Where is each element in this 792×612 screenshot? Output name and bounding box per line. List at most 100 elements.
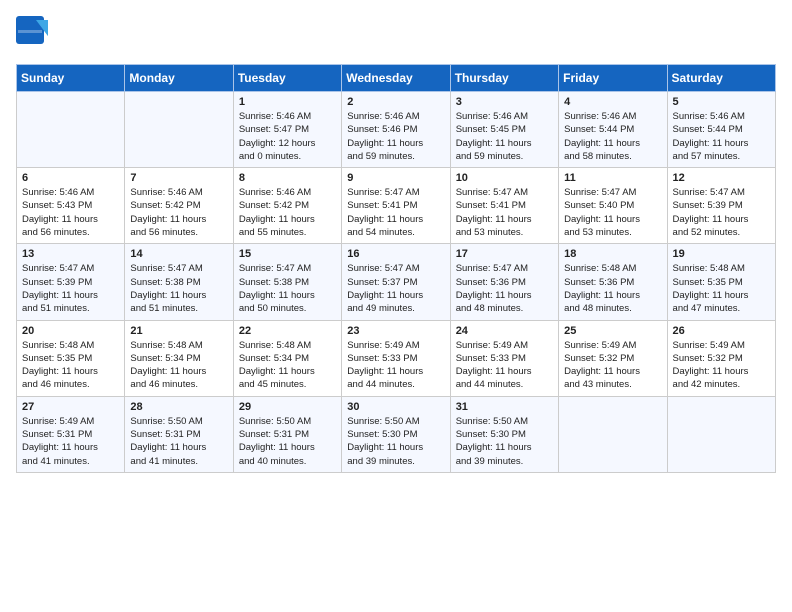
calendar-table: SundayMondayTuesdayWednesdayThursdayFrid…: [16, 64, 776, 473]
day-number: 16: [347, 248, 444, 260]
calendar-cell: 13 Sunrise: 5:47 AM Sunset: 5:39 PM Dayli…: [17, 244, 125, 320]
calendar-cell: 1Sunrise: 5:46 AM Sunset: 5:47 PM Daylig…: [233, 92, 341, 168]
calendar-cell: 4 Sunrise: 5:46 AM Sunset: 5:44 PM Daylig…: [559, 92, 667, 168]
day-number: 3: [456, 96, 553, 108]
day-info: Sunrise: 5:49 AM Sunset: 5:32 PM Dayligh…: [673, 339, 770, 392]
day-info: Sunrise: 5:47 AM Sunset: 5:41 PM Dayligh…: [456, 186, 553, 239]
day-number: 31: [456, 401, 553, 413]
day-number: 30: [347, 401, 444, 413]
day-info: Sunrise: 5:50 AM Sunset: 5:31 PM Dayligh…: [130, 415, 227, 468]
calendar-cell: 11 Sunrise: 5:47 AM Sunset: 5:40 PM Dayli…: [559, 168, 667, 244]
calendar-cell: 18 Sunrise: 5:48 AM Sunset: 5:36 PM Dayli…: [559, 244, 667, 320]
calendar-cell: 14 Sunrise: 5:47 AM Sunset: 5:38 PM Dayli…: [125, 244, 233, 320]
day-number: 5: [673, 96, 770, 108]
day-info: Sunrise: 5:47 AM Sunset: 5:39 PM Dayligh…: [673, 186, 770, 239]
calendar-cell: 30 Sunrise: 5:50 AM Sunset: 5:30 PM Dayli…: [342, 396, 450, 472]
calendar-cell: 29 Sunrise: 5:50 AM Sunset: 5:31 PM Dayli…: [233, 396, 341, 472]
logo: [16, 16, 52, 52]
calendar-week-row: 13 Sunrise: 5:47 AM Sunset: 5:39 PM Dayli…: [17, 244, 776, 320]
day-number: 25: [564, 325, 661, 337]
day-info: Sunrise: 5:50 AM Sunset: 5:30 PM Dayligh…: [347, 415, 444, 468]
day-number: 28: [130, 401, 227, 413]
day-number: 17: [456, 248, 553, 260]
day-info: Sunrise: 5:49 AM Sunset: 5:31 PM Dayligh…: [22, 415, 119, 468]
day-info: Sunrise: 5:47 AM Sunset: 5:37 PM Dayligh…: [347, 262, 444, 315]
calendar-week-row: 27 Sunrise: 5:49 AM Sunset: 5:31 PM Dayli…: [17, 396, 776, 472]
day-info: Sunrise: 5:47 AM Sunset: 5:40 PM Dayligh…: [564, 186, 661, 239]
weekday-header: Saturday: [667, 65, 775, 92]
day-info: Sunrise: 5:47 AM Sunset: 5:41 PM Dayligh…: [347, 186, 444, 239]
day-info: Sunrise: 5:49 AM Sunset: 5:32 PM Dayligh…: [564, 339, 661, 392]
calendar-week-row: 1Sunrise: 5:46 AM Sunset: 5:47 PM Daylig…: [17, 92, 776, 168]
day-number: 2: [347, 96, 444, 108]
calendar-cell: 31Sunrise: 5:50 AM Sunset: 5:30 PM Dayli…: [450, 396, 558, 472]
day-info: Sunrise: 5:46 AM Sunset: 5:42 PM Dayligh…: [130, 186, 227, 239]
day-number: 12: [673, 172, 770, 184]
calendar-cell: [559, 396, 667, 472]
calendar-cell: 28 Sunrise: 5:50 AM Sunset: 5:31 PM Dayli…: [125, 396, 233, 472]
calendar-cell: 9Sunrise: 5:47 AM Sunset: 5:41 PM Daylig…: [342, 168, 450, 244]
day-info: Sunrise: 5:46 AM Sunset: 5:47 PM Dayligh…: [239, 110, 336, 163]
day-info: Sunrise: 5:46 AM Sunset: 5:44 PM Dayligh…: [564, 110, 661, 163]
calendar-cell: 3 Sunrise: 5:46 AM Sunset: 5:45 PM Daylig…: [450, 92, 558, 168]
page-header: [16, 16, 776, 52]
day-number: 27: [22, 401, 119, 413]
day-info: Sunrise: 5:48 AM Sunset: 5:34 PM Dayligh…: [239, 339, 336, 392]
calendar-cell: 7 Sunrise: 5:46 AM Sunset: 5:42 PM Daylig…: [125, 168, 233, 244]
day-info: Sunrise: 5:50 AM Sunset: 5:31 PM Dayligh…: [239, 415, 336, 468]
calendar-cell: 26Sunrise: 5:49 AM Sunset: 5:32 PM Dayli…: [667, 320, 775, 396]
day-number: 29: [239, 401, 336, 413]
day-info: Sunrise: 5:46 AM Sunset: 5:45 PM Dayligh…: [456, 110, 553, 163]
calendar-cell: 21Sunrise: 5:48 AM Sunset: 5:34 PM Dayli…: [125, 320, 233, 396]
day-info: Sunrise: 5:48 AM Sunset: 5:35 PM Dayligh…: [673, 262, 770, 315]
day-number: 13: [22, 248, 119, 260]
weekday-header: Sunday: [17, 65, 125, 92]
day-number: 18: [564, 248, 661, 260]
day-info: Sunrise: 5:47 AM Sunset: 5:38 PM Dayligh…: [130, 262, 227, 315]
logo-icon: [16, 16, 48, 52]
day-number: 14: [130, 248, 227, 260]
calendar-week-row: 6 Sunrise: 5:46 AM Sunset: 5:43 PM Daylig…: [17, 168, 776, 244]
calendar-cell: [667, 396, 775, 472]
weekday-header: Monday: [125, 65, 233, 92]
calendar-cell: 23 Sunrise: 5:49 AM Sunset: 5:33 PM Dayli…: [342, 320, 450, 396]
day-number: 4: [564, 96, 661, 108]
calendar-cell: 27 Sunrise: 5:49 AM Sunset: 5:31 PM Dayli…: [17, 396, 125, 472]
calendar-body: 1Sunrise: 5:46 AM Sunset: 5:47 PM Daylig…: [17, 92, 776, 473]
calendar-cell: 20 Sunrise: 5:48 AM Sunset: 5:35 PM Dayli…: [17, 320, 125, 396]
day-info: Sunrise: 5:46 AM Sunset: 5:44 PM Dayligh…: [673, 110, 770, 163]
weekday-header: Thursday: [450, 65, 558, 92]
calendar-cell: 12 Sunrise: 5:47 AM Sunset: 5:39 PM Dayli…: [667, 168, 775, 244]
day-number: 21: [130, 325, 227, 337]
day-info: Sunrise: 5:46 AM Sunset: 5:43 PM Dayligh…: [22, 186, 119, 239]
day-info: Sunrise: 5:47 AM Sunset: 5:38 PM Dayligh…: [239, 262, 336, 315]
day-number: 10: [456, 172, 553, 184]
weekday-header: Tuesday: [233, 65, 341, 92]
weekday-header: Friday: [559, 65, 667, 92]
day-info: Sunrise: 5:48 AM Sunset: 5:36 PM Dayligh…: [564, 262, 661, 315]
calendar-cell: 6 Sunrise: 5:46 AM Sunset: 5:43 PM Daylig…: [17, 168, 125, 244]
day-number: 19: [673, 248, 770, 260]
day-number: 6: [22, 172, 119, 184]
day-number: 24: [456, 325, 553, 337]
day-info: Sunrise: 5:48 AM Sunset: 5:35 PM Dayligh…: [22, 339, 119, 392]
calendar-header-row: SundayMondayTuesdayWednesdayThursdayFrid…: [17, 65, 776, 92]
day-info: Sunrise: 5:49 AM Sunset: 5:33 PM Dayligh…: [347, 339, 444, 392]
day-number: 22: [239, 325, 336, 337]
calendar-cell: 17Sunrise: 5:47 AM Sunset: 5:36 PM Dayli…: [450, 244, 558, 320]
day-number: 20: [22, 325, 119, 337]
calendar-cell: 10 Sunrise: 5:47 AM Sunset: 5:41 PM Dayli…: [450, 168, 558, 244]
day-number: 23: [347, 325, 444, 337]
day-number: 11: [564, 172, 661, 184]
calendar-cell: 5 Sunrise: 5:46 AM Sunset: 5:44 PM Daylig…: [667, 92, 775, 168]
calendar-cell: 15Sunrise: 5:47 AM Sunset: 5:38 PM Dayli…: [233, 244, 341, 320]
day-info: Sunrise: 5:47 AM Sunset: 5:39 PM Dayligh…: [22, 262, 119, 315]
weekday-header: Wednesday: [342, 65, 450, 92]
calendar-cell: 24 Sunrise: 5:49 AM Sunset: 5:33 PM Dayli…: [450, 320, 558, 396]
calendar-cell: 8Sunrise: 5:46 AM Sunset: 5:42 PM Daylig…: [233, 168, 341, 244]
day-number: 7: [130, 172, 227, 184]
calendar-cell: 25 Sunrise: 5:49 AM Sunset: 5:32 PM Dayli…: [559, 320, 667, 396]
day-info: Sunrise: 5:49 AM Sunset: 5:33 PM Dayligh…: [456, 339, 553, 392]
calendar-cell: [17, 92, 125, 168]
day-info: Sunrise: 5:46 AM Sunset: 5:42 PM Dayligh…: [239, 186, 336, 239]
